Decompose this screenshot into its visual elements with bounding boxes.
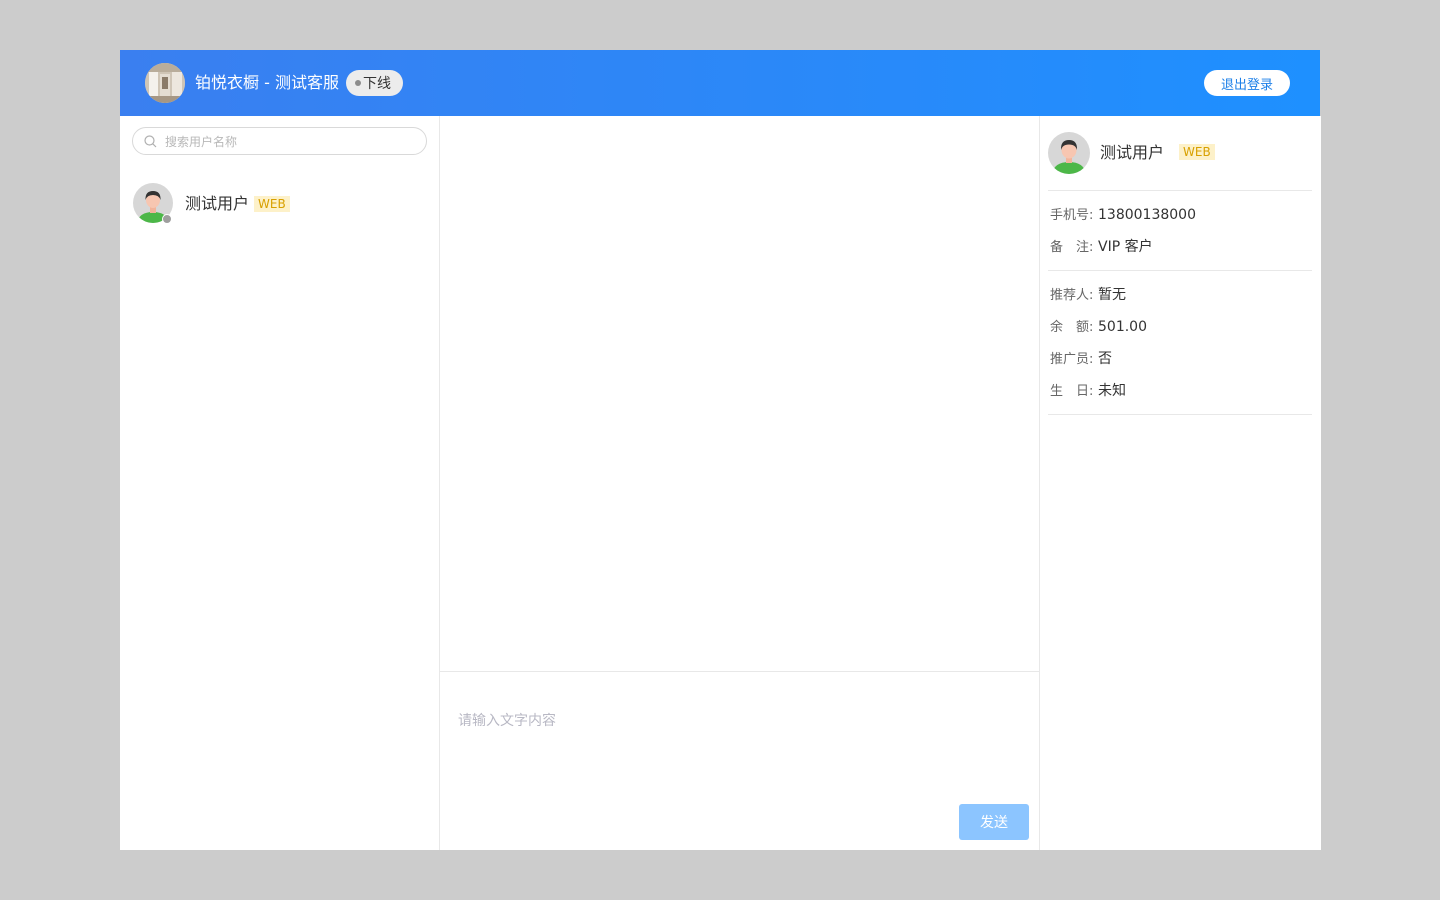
balance-row: 余 额: 501.00 — [1050, 316, 1147, 336]
profile-avatar — [1048, 132, 1090, 174]
note-value: VIP 客户 — [1098, 239, 1153, 255]
chat-panel: 发送 — [440, 116, 1039, 850]
phone-label: 手机号: — [1050, 208, 1094, 223]
referrer-row: 推荐人: 暂无 — [1050, 284, 1126, 304]
birthday-label: 生 日: — [1050, 384, 1094, 399]
promoter-row: 推广员: 否 — [1050, 348, 1112, 368]
phone-value: 13800138000 — [1098, 207, 1196, 223]
send-button[interactable]: 发送 — [959, 804, 1029, 840]
promoter-value: 否 — [1098, 351, 1112, 367]
platform-tag: WEB — [254, 196, 290, 212]
balance-value: 501.00 — [1098, 319, 1147, 335]
referrer-value: 暂无 — [1098, 287, 1126, 303]
user-profile-panel: 测试用户 WEB 手机号: 13800138000 备 注: VIP 客户 推荐人:… — [1039, 116, 1321, 850]
chat-app: 铂悦衣橱 - 测试客服 下线 退出登录 搜索用户名称 测试用户 WEB 请输入文… — [120, 50, 1321, 850]
profile-platform-tag: WEB — [1179, 144, 1215, 160]
phone-row: 手机号: 13800138000 — [1050, 204, 1196, 224]
search-box — [132, 127, 427, 155]
note-label: 备 注: — [1050, 240, 1094, 255]
message-input[interactable] — [456, 708, 1020, 792]
contact-list-item[interactable]: 测试用户 WEB — [120, 180, 439, 230]
referrer-label: 推荐人: — [1050, 288, 1094, 303]
message-composer: 发送 — [440, 671, 1039, 851]
agent-title: 铂悦衣橱 - 测试客服 — [195, 73, 339, 92]
note-row: 备 注: VIP 客户 — [1050, 236, 1153, 256]
logout-button[interactable]: 退出登录 — [1204, 70, 1290, 96]
search-icon — [144, 135, 157, 148]
contact-name: 测试用户 — [185, 194, 250, 213]
profile-name: 测试用户 — [1100, 143, 1165, 162]
contact-sidebar: 测试用户 WEB — [120, 116, 440, 850]
birthday-row: 生 日: 未知 — [1050, 380, 1126, 400]
agent-status-toggle[interactable]: 下线 — [346, 70, 403, 96]
status-label: 下线 — [363, 76, 391, 92]
search-input[interactable] — [163, 131, 417, 153]
balance-label: 余 额: — [1050, 320, 1094, 335]
offline-indicator — [162, 214, 172, 224]
contact-info-group: 手机号: 13800138000 备 注: VIP 客户 — [1048, 191, 1312, 271]
profile-header: 测试用户 WEB — [1048, 116, 1312, 191]
message-list[interactable] — [440, 116, 1039, 671]
promoter-label: 推广员: — [1050, 352, 1094, 367]
birthday-value: 未知 — [1098, 383, 1126, 399]
account-info-group: 推荐人: 暂无 余 额: 501.00 推广员: 否 生 日: 未知 — [1048, 271, 1312, 415]
status-dot-icon — [355, 80, 361, 86]
shop-avatar — [145, 63, 185, 103]
top-bar: 铂悦衣橱 - 测试客服 下线 退出登录 — [120, 50, 1320, 116]
